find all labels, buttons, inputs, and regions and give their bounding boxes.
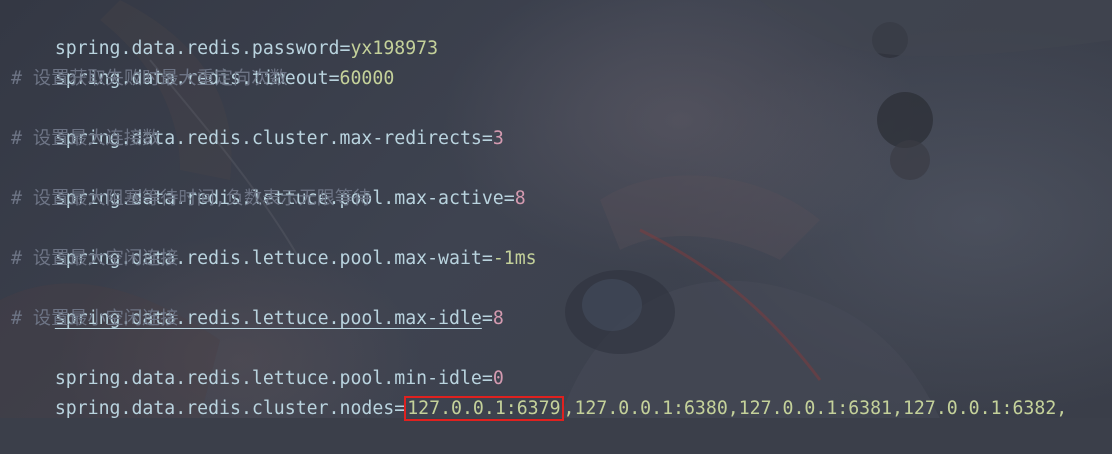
equals-sign: = <box>503 188 515 209</box>
code-line-cluster-max-redirects: spring.data.redis.cluster.max-redirects=… <box>11 94 504 149</box>
equals-sign: = <box>481 308 493 329</box>
equals-sign: = <box>328 68 340 89</box>
code-comment-max-idle: # 设置最大空闲连接 <box>11 248 179 269</box>
property-value: -1ms <box>492 248 537 269</box>
code-line-pool-min-idle: spring.data.redis.lettuce.pool.min-idle=… <box>11 334 504 389</box>
equals-sign: = <box>481 128 493 149</box>
property-value: 60000 <box>339 68 395 89</box>
code-line-pool-max-active: spring.data.redis.lettuce.pool.max-activ… <box>11 154 526 209</box>
code-line-cluster-nodes: spring.data.redis.cluster.nodes= 127.0.0.… <box>11 364 1067 421</box>
code-line-pool-max-idle: spring.data.redis.lettuce.pool.max-idle=… <box>11 274 504 329</box>
code-line-redis-timeout: spring.data.redis.timeout=60000 <box>11 34 394 89</box>
highlighted-node-value: 127.0.0.1:6379 <box>404 396 564 421</box>
property-key: spring.data.redis.cluster.nodes <box>54 398 395 419</box>
code-comment-max-wait: # 设置最大阻塞等待时间,负数表示无限等待 <box>11 188 372 209</box>
property-value: 8 <box>514 188 526 209</box>
code-line-redis-password: spring.data.redis.password=yx198973 <box>11 4 438 59</box>
code-editor[interactable]: spring.data.redis.password=yx198973 spri… <box>0 0 1112 421</box>
code-line-pool-max-wait: spring.data.redis.lettuce.pool.max-wait=… <box>11 214 537 269</box>
code-comment-max-redirects: # 设置获取失败时最大重定向次数 <box>11 68 288 89</box>
code-comment-max-active: # 设置最大连接数 <box>11 128 161 149</box>
code-comment-min-idle: # 设置最小空闲连接 <box>11 308 179 329</box>
remaining-node-values: ,127.0.0.1:6380,127.0.0.1:6381,127.0.0.1… <box>563 398 1068 419</box>
property-value: 3 <box>492 128 504 149</box>
property-value: 8 <box>492 308 504 329</box>
equals-sign: = <box>481 248 493 269</box>
